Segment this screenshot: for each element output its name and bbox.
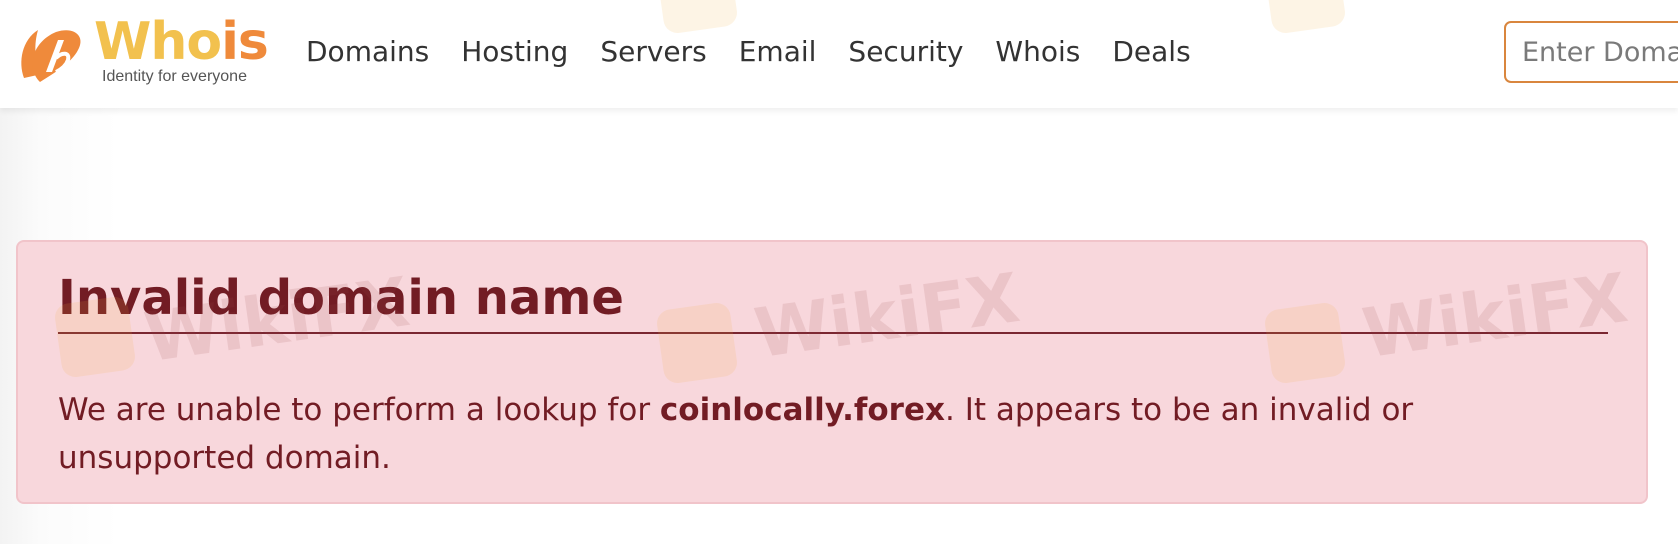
alert-heading: Invalid domain name: [58, 270, 624, 326]
page: Whois Identity for everyone Domains Host…: [0, 0, 1678, 544]
whois-logo[interactable]: Whois Identity for everyone: [16, 12, 269, 88]
nav-item-email[interactable]: Email: [723, 30, 833, 74]
domain-search-input[interactable]: [1506, 23, 1678, 81]
site-header: Whois Identity for everyone Domains Host…: [0, 0, 1678, 108]
alert-message-prefix: We are unable to perform a lookup for: [58, 392, 660, 428]
main-nav: Domains Hosting Servers Email Security W…: [290, 30, 1207, 74]
logo-tagline: Identity for everyone: [102, 68, 247, 85]
error-alert: Invalid domain name We are unable to per…: [16, 240, 1648, 504]
nav-item-servers[interactable]: Servers: [584, 30, 722, 74]
nav-item-domains[interactable]: Domains: [290, 30, 445, 74]
nav-item-whois[interactable]: Whois: [979, 30, 1096, 74]
nav-item-hosting[interactable]: Hosting: [445, 30, 584, 74]
alert-domain-name: coinlocally.forex: [659, 392, 945, 428]
logo-wordmark: Whois: [94, 12, 269, 72]
whois-logo-icon: [21, 30, 81, 82]
alert-message: We are unable to perform a lookup for co…: [58, 386, 1618, 482]
domain-search-box: [1504, 21, 1678, 83]
alert-divider: [58, 332, 1608, 334]
nav-item-security[interactable]: Security: [832, 30, 979, 74]
nav-item-deals[interactable]: Deals: [1096, 30, 1206, 74]
